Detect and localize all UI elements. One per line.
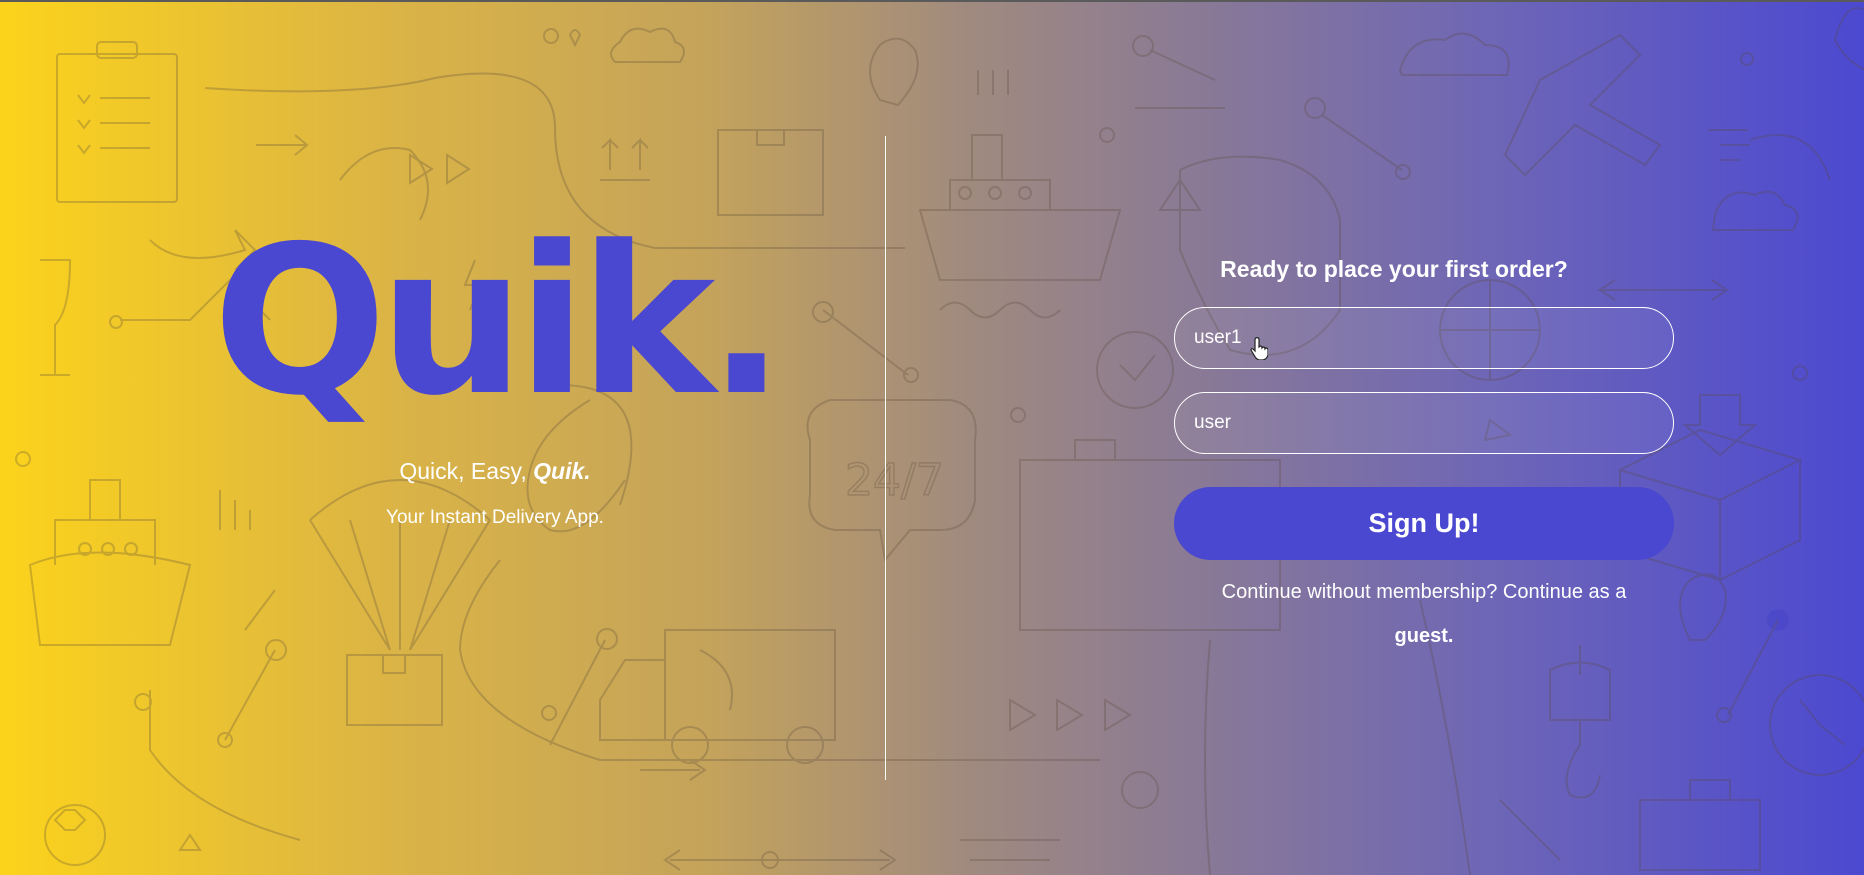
quik-logo: Quik. xyxy=(212,203,786,441)
username-input[interactable] xyxy=(1174,307,1674,369)
svg-text:24/7: 24/7 xyxy=(845,455,944,506)
vertical-divider xyxy=(885,136,886,780)
pointer-cursor-icon xyxy=(1250,337,1268,360)
guest-link[interactable]: guest. xyxy=(1395,625,1454,647)
tagline-prefix: Quick, Easy, xyxy=(399,458,534,484)
subtagline: Your Instant Delivery App. xyxy=(386,507,604,528)
tagline: Quick, Easy, Quik. xyxy=(200,458,790,485)
password-input[interactable] xyxy=(1174,392,1674,454)
tagline-emphasis: Quik. xyxy=(533,458,591,484)
guest-prompt: Continue without membership? Continue as… xyxy=(1174,570,1674,658)
signup-page: 24/7 Quik. Quick, Easy, Quik. Your Insta… xyxy=(0,0,1864,875)
window-top-edge xyxy=(0,0,1864,2)
signup-button[interactable]: Sign Up! xyxy=(1174,487,1674,560)
guest-prompt-text: Continue without membership? Continue as… xyxy=(1221,581,1627,603)
form-title: Ready to place your first order? xyxy=(1220,256,1568,282)
